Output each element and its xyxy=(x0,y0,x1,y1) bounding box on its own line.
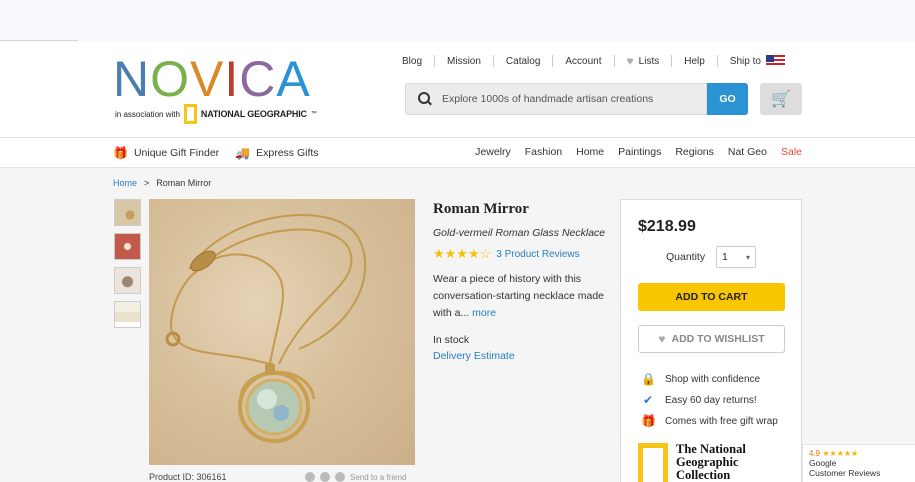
product-image[interactable] xyxy=(149,199,415,465)
search-go-button[interactable]: GO xyxy=(707,83,748,115)
send-to-friend-link[interactable]: Send to a friend xyxy=(350,473,406,482)
thumbnail-3[interactable] xyxy=(114,267,141,294)
google-reviews-badge[interactable]: 4.9 ★★★★★ Google Customer Reviews xyxy=(802,444,915,482)
thumbnail-1[interactable] xyxy=(114,199,141,226)
search-input[interactable] xyxy=(442,93,692,105)
nav-catalog[interactable]: Catalog xyxy=(494,55,554,67)
category-nav: Jewelry Fashion Home Paintings Regions N… xyxy=(475,146,802,158)
natgeo-collection-label: The National Geographic Collection xyxy=(676,442,746,482)
top-nav: Blog Mission Catalog Account ♥ Lists Help… xyxy=(400,54,785,68)
nav-help[interactable]: Help xyxy=(672,55,718,67)
category-natgeo[interactable]: Nat Geo xyxy=(728,146,767,158)
nav-account[interactable]: Account xyxy=(553,55,615,67)
breadcrumb: Home > Roman Mirror xyxy=(113,178,211,188)
feature-gift-wrap: 🎁 Comes with free gift wrap xyxy=(641,414,778,428)
thumbnail-list xyxy=(114,199,141,328)
google-label: Google xyxy=(809,458,837,468)
site-header: NOVICA in association with NATIONAL GEOG… xyxy=(0,42,915,138)
feature-returns: ✔ Easy 60 day returns! xyxy=(642,393,757,407)
quantity-select[interactable]: 1 ▾ xyxy=(716,246,756,268)
feature-confidence: 🔒 Shop with confidence xyxy=(641,372,761,386)
add-to-cart-button[interactable]: ADD TO CART xyxy=(638,283,785,311)
us-flag-icon xyxy=(765,55,785,67)
category-jewelry[interactable]: Jewelry xyxy=(475,146,511,158)
heart-icon: ♥ xyxy=(626,54,634,68)
divider xyxy=(0,40,78,41)
lock-icon: 🔒 xyxy=(641,372,656,386)
breadcrumb-home[interactable]: Home xyxy=(113,178,137,188)
cart-button[interactable]: 🛒 xyxy=(760,83,802,115)
gift-icon[interactable] xyxy=(335,472,345,482)
category-fashion[interactable]: Fashion xyxy=(525,146,562,158)
express-gifts-link[interactable]: 🚚 Express Gifts xyxy=(235,146,318,160)
thumbnail-2[interactable] xyxy=(114,233,141,260)
natgeo-logo-icon xyxy=(638,443,668,482)
search-icon xyxy=(418,92,432,106)
pinterest-icon[interactable] xyxy=(320,472,330,482)
gift-icon: 🎁 xyxy=(113,146,128,160)
star-icon: ★★★★★ xyxy=(822,449,859,458)
price: $218.99 xyxy=(638,218,696,235)
category-home[interactable]: Home xyxy=(576,146,604,158)
delivery-estimate-link[interactable]: Delivery Estimate xyxy=(433,350,608,362)
thumbnail-4[interactable] xyxy=(114,301,141,328)
nav-lists[interactable]: ♥ Lists xyxy=(615,54,673,68)
category-regions[interactable]: Regions xyxy=(675,146,714,158)
search-box xyxy=(405,83,707,115)
natgeo-collection[interactable]: The National Geographic Collection xyxy=(638,443,766,482)
tagline-prefix: in association with xyxy=(115,109,180,119)
star-rating-icon: ★★★★☆ xyxy=(433,246,492,261)
tagline: in association with NATIONAL GEOGRAPHIC ™ xyxy=(115,104,317,124)
truck-icon: 🚚 xyxy=(235,146,251,160)
browser-top-strip xyxy=(0,0,915,42)
necklace-illustration xyxy=(165,214,367,443)
natgeo-label: NATIONAL GEOGRAPHIC xyxy=(200,109,307,119)
google-score: 4.9 xyxy=(809,449,821,458)
product-id: Product ID: 306161 xyxy=(149,472,227,482)
facebook-icon[interactable] xyxy=(305,472,315,482)
quantity-label: Quantity xyxy=(666,251,706,263)
nav-ship-to[interactable]: Ship to xyxy=(718,55,785,67)
breadcrumb-current: Roman Mirror xyxy=(156,178,212,188)
add-to-wishlist-button[interactable]: ♥ ADD TO WISHLIST xyxy=(638,325,785,353)
customer-reviews-label: Customer Reviews xyxy=(809,468,881,478)
rating: ★★★★☆ 3 Product Reviews xyxy=(433,246,608,262)
share-bar: Send to a friend xyxy=(305,472,406,482)
nav-mission[interactable]: Mission xyxy=(435,55,494,67)
gift-finder-link[interactable]: 🎁 Unique Gift Finder xyxy=(113,146,219,160)
gift-icon: 🎁 xyxy=(641,414,656,428)
check-icon: ✔ xyxy=(642,393,654,407)
product-subtitle: Gold-vermeil Roman Glass Necklace xyxy=(433,227,606,239)
category-paintings[interactable]: Paintings xyxy=(618,146,661,158)
product-info: Roman Mirror Gold-vermeil Roman Glass Ne… xyxy=(433,201,608,362)
category-sale[interactable]: Sale xyxy=(781,146,802,158)
sub-nav: 🎁 Unique Gift Finder 🚚 Express Gifts Jewel… xyxy=(0,138,915,168)
sub-nav-left: 🎁 Unique Gift Finder 🚚 Express Gifts xyxy=(113,146,319,160)
reviews-link[interactable]: 3 Product Reviews xyxy=(496,249,579,260)
chevron-down-icon: ▾ xyxy=(745,252,750,262)
nav-blog[interactable]: Blog xyxy=(400,55,436,67)
breadcrumb-separator: > xyxy=(144,178,150,188)
heart-icon: ♥ xyxy=(658,332,666,346)
novica-logo[interactable]: NOVICA xyxy=(113,54,311,104)
cart-icon: 🛒 xyxy=(771,91,791,108)
stock-status: In stock xyxy=(433,334,470,346)
product-description: Wear a piece of history with this conver… xyxy=(433,273,605,319)
more-link[interactable]: more xyxy=(472,307,496,319)
product-title: Roman Mirror xyxy=(433,201,529,217)
buy-box: $218.99 Quantity 1 ▾ ADD TO CART ♥ ADD TO … xyxy=(620,199,802,482)
natgeo-logo-icon xyxy=(183,104,197,124)
